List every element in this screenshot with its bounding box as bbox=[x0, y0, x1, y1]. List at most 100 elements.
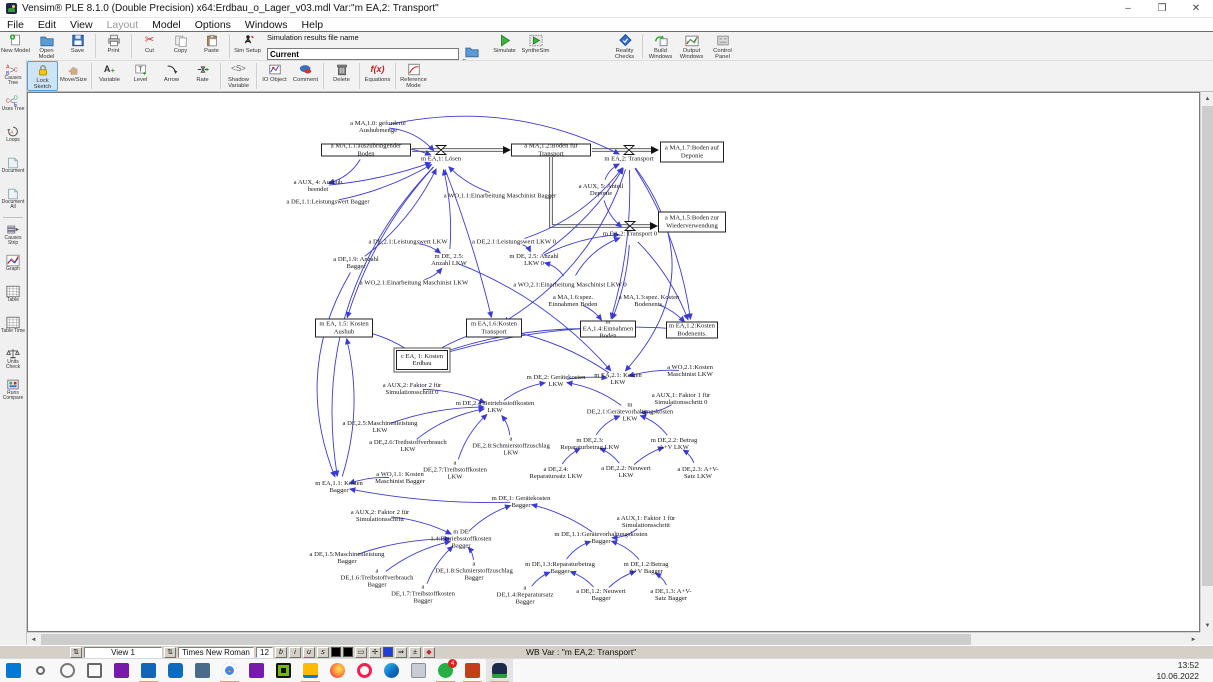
diagram-node-b_ea15[interactable]: m EA, 1.5: Kosten Aushub bbox=[315, 319, 373, 338]
sketch-canvas[interactable] bbox=[27, 92, 1200, 632]
font-size-field[interactable]: 12 bbox=[256, 647, 273, 658]
style-b-button[interactable]: b bbox=[275, 647, 287, 658]
diagram-node-n_de19[interactable]: a DE,1.9: Anzahl Bagger bbox=[332, 256, 380, 270]
hide-button[interactable]: ◆ bbox=[423, 647, 435, 658]
taskbar-start[interactable] bbox=[0, 659, 27, 682]
taskbar-outlook[interactable] bbox=[135, 659, 162, 682]
diagram-node-n_de28s[interactable]: a DE,2.8:Schmierstoffzuschlag LKW bbox=[470, 435, 552, 456]
move-size-button[interactable]: Move/Size bbox=[58, 61, 89, 91]
sidebar-item-uses-tree[interactable]: CDE Uses Tree bbox=[0, 91, 26, 122]
box-color-swatch[interactable] bbox=[343, 647, 353, 657]
variable-button[interactable]: A₊ Variable bbox=[94, 61, 125, 91]
diagram-node-n_de25[interactable]: m DE, 2.5: Anzahl LKW bbox=[425, 253, 473, 267]
view-prev-button[interactable]: ⇅ bbox=[70, 647, 82, 658]
vertical-scrollbar[interactable]: ▲ ▼ bbox=[1200, 92, 1213, 632]
sidebar-item-document[interactable]: Document bbox=[0, 153, 26, 184]
delete-button[interactable]: Delete bbox=[326, 61, 357, 91]
position-button[interactable]: ✢ bbox=[369, 647, 381, 658]
minimize-button[interactable]: – bbox=[1111, 0, 1145, 17]
synthesim-button[interactable]: SyntheSim bbox=[520, 32, 551, 60]
diagram-node-b_cea1[interactable]: c EA, 1: Kosten Erdbau bbox=[396, 350, 448, 370]
io-object-button[interactable]: IO Object bbox=[259, 61, 290, 91]
thickness-button[interactable]: ⇒ bbox=[395, 647, 407, 658]
diagram-node-n_de22b[interactable]: m DE,2.2: Betrag A+V LKW bbox=[650, 437, 698, 451]
sidebar-item-table[interactable]: Table bbox=[0, 282, 26, 313]
menu-windows[interactable]: Windows bbox=[238, 19, 295, 31]
view-next-button[interactable]: ⇅ bbox=[164, 647, 176, 658]
diagram-node-v_ea1[interactable]: m EA,1: Lösen bbox=[411, 155, 471, 162]
build-windows-button[interactable]: Build Windows bbox=[645, 32, 676, 60]
save-button[interactable]: Save bbox=[62, 32, 93, 60]
diagram-node-n_wo21e[interactable]: a WO,2.1:Einarbeitung Maschinist LKW bbox=[354, 279, 474, 286]
diagram-node-n_de23a[interactable]: a DE,2.3: A+V-Satz LKW bbox=[673, 466, 723, 480]
horizontal-scrollbar[interactable]: ◄ ► bbox=[27, 632, 1200, 645]
sidebar-item-causes-tree[interactable]: ABC Causes Tree bbox=[0, 60, 26, 91]
sidebar-item-document-all[interactable]: Document All bbox=[0, 184, 26, 215]
sidebar-item-runs-compare[interactable]: Runs Compare bbox=[0, 375, 26, 406]
taskbar-phone[interactable]: 4 bbox=[432, 659, 459, 682]
diagram-node-b_ea12[interactable]: m EA,1.2:Kosten Bodenents. bbox=[666, 322, 718, 339]
sidebar-item-units-check[interactable]: Units Check bbox=[0, 344, 26, 375]
taskbar-search[interactable] bbox=[27, 659, 54, 682]
sidebar-item-loops[interactable]: A Loops bbox=[0, 122, 26, 153]
font-name-field[interactable]: Times New Roman bbox=[178, 647, 254, 658]
print-button[interactable]: Print bbox=[98, 32, 129, 60]
diagram-node-b_ma12[interactable]: a MA,1.2:Boden für Transport bbox=[511, 144, 591, 157]
menu-layout[interactable]: Layout bbox=[100, 19, 146, 31]
menu-file[interactable]: File bbox=[0, 19, 31, 31]
taskbar-groove-music[interactable] bbox=[108, 659, 135, 682]
menu-model[interactable]: Model bbox=[145, 19, 188, 31]
taskbar-chrome[interactable] bbox=[216, 659, 243, 682]
output-windows-button[interactable]: Output Windows bbox=[676, 32, 707, 60]
diagram-node-b_ma17[interactable]: a MA,1.7:Boden auf Deponie bbox=[660, 142, 724, 163]
shadow-variable-button[interactable]: <S> Shadow Variable bbox=[223, 61, 254, 91]
reference-mode-button[interactable]: Reference Mode bbox=[398, 61, 429, 91]
taskbar-cortana[interactable] bbox=[54, 659, 81, 682]
vertical-scroll-thumb[interactable] bbox=[1202, 106, 1213, 586]
diagram-node-n_de14r[interactable]: a DE,1.4:Reparatursatz Bagger bbox=[495, 584, 555, 605]
new-model-button[interactable]: New Model bbox=[0, 32, 31, 60]
open-model-button[interactable]: Open Model bbox=[31, 32, 62, 60]
text-color-swatch[interactable] bbox=[331, 647, 341, 657]
diagram-node-b_ea14[interactable]: m EA,1.4:Einnahmen Boden bbox=[580, 321, 636, 338]
taskbar-onenote[interactable] bbox=[243, 659, 270, 682]
lock-sketch-button[interactable]: Lock Sketch bbox=[27, 61, 58, 91]
diagram-node-n_ea21[interactable]: m EA,2.1: Kosten LKW bbox=[592, 372, 644, 386]
diagram-node-n_de23r[interactable]: m DE,2.3: Reparaturbetrag LKW bbox=[557, 437, 623, 451]
horizontal-scroll-thumb[interactable] bbox=[41, 634, 971, 645]
diagram-node-n_de21[interactable]: a DE,2.1:Leistungswert LKW bbox=[358, 238, 458, 245]
menu-options[interactable]: Options bbox=[188, 19, 238, 31]
diagram-node-n_de18s[interactable]: a DE,1.8:Schmierstoffzuschlag Bagger bbox=[434, 560, 514, 581]
diagram-node-n_de21g[interactable]: m DE,2.1:Gerätevorhaltungskosten LKW bbox=[584, 401, 676, 422]
polarity-button[interactable]: ± bbox=[409, 647, 421, 658]
sim-results-input[interactable] bbox=[267, 48, 459, 60]
taskbar-store[interactable] bbox=[162, 659, 189, 682]
diagram-node-b_ma15[interactable]: a MA,1.5:Boden zur Wiederverwendung bbox=[658, 212, 726, 233]
comment-button[interactable]: Comment bbox=[290, 61, 321, 91]
diagram-node-n_wo21e0[interactable]: a WO,2.1:Einarbeitung Maschinist LKW 0 bbox=[508, 281, 633, 288]
diagram-node-n_ma13[interactable]: a MA,1.3:spez. Kosten Bodenents. bbox=[614, 294, 684, 308]
taskbar-notes[interactable] bbox=[405, 659, 432, 682]
diagram-node-n_de24b[interactable]: m DE,2.4:Betriebsstoffkosten LKW bbox=[454, 400, 536, 414]
diagram-node-n_ea11[interactable]: m EA,1.1: Kosten Bagger bbox=[315, 480, 363, 494]
diagram-node-n_ma16[interactable]: a MA,1.6:spez. Einnahmen Boden bbox=[538, 294, 608, 308]
menu-edit[interactable]: Edit bbox=[31, 19, 63, 31]
diagram-node-n_de14b[interactable]: m DE 1.4:Betriebsstoffkosten Bagger bbox=[425, 528, 497, 549]
diagram-node-n_de1g[interactable]: m DE,1: Gerätekosten Bagger bbox=[490, 495, 552, 509]
diagram-node-n_de12b[interactable]: m DE,1.2:Betrag A+V Bagger bbox=[619, 561, 673, 575]
diagram-node-n_wo11k[interactable]: a WO,1.1: Kosten Maschinist Bagger bbox=[364, 471, 436, 485]
taskbar-task-view[interactable] bbox=[81, 659, 108, 682]
taskbar-powerpoint[interactable] bbox=[459, 659, 486, 682]
simulate-button[interactable]: Simulate bbox=[489, 32, 520, 60]
diagram-node-n_de15m[interactable]: a DE,1.5:Maschinenleistung Bagger bbox=[307, 551, 387, 565]
paste-button[interactable]: Paste bbox=[196, 32, 227, 60]
diagram-node-n_aux2[interactable]: a AUX,2: Faktor 2 für Simulationsschritt bbox=[341, 509, 419, 523]
diagram-node-v_ea2[interactable]: m EA,2: Transport bbox=[596, 155, 662, 162]
view-name-field[interactable]: View 1 bbox=[84, 647, 162, 658]
diagram-node-n_aux1[interactable]: a AUX,1: Faktor 1 für Simulationsschritt bbox=[607, 515, 685, 529]
style-s-button[interactable]: s bbox=[317, 647, 329, 658]
diagram-node-n_de2g[interactable]: m DE,2: Gerätekosten LKW bbox=[526, 374, 586, 388]
scroll-up-icon[interactable]: ▲ bbox=[1201, 92, 1213, 105]
diagram-node-n_de12n[interactable]: a DE,1.2: Neuwert Bagger bbox=[576, 588, 626, 602]
taskbar-vensim[interactable] bbox=[486, 659, 513, 682]
